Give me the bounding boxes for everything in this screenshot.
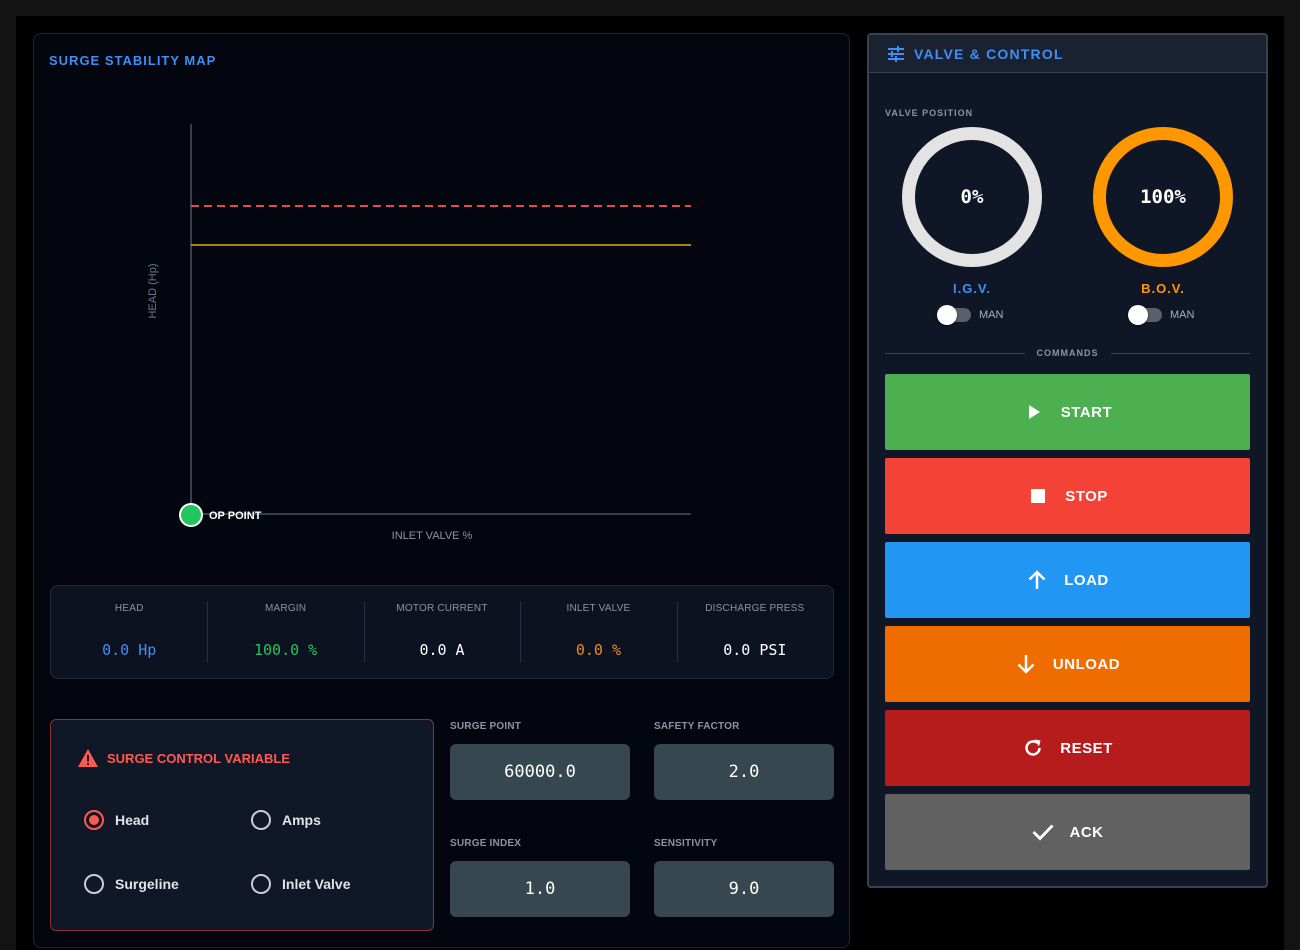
arrow-down-icon xyxy=(1015,653,1037,675)
stat-inlet-valve: INLET VALVE 0.0 % xyxy=(520,586,676,678)
surge-point-field[interactable]: 60000.0 xyxy=(450,744,630,800)
stop-icon xyxy=(1027,485,1049,507)
toggle-track[interactable] xyxy=(937,305,971,325)
radio-indicator[interactable] xyxy=(84,810,104,830)
valve-control-panel: VALVE & CONTROL VALVE POSITION 0% I.G.V.… xyxy=(867,33,1268,888)
radio-inlet-valve[interactable]: Inlet Valve xyxy=(251,874,350,894)
surge-control-header: SURGE CONTROL VARIABLE xyxy=(77,748,290,768)
radio-indicator[interactable] xyxy=(251,874,271,894)
start-label: START xyxy=(1060,403,1113,421)
ack-label: ACK xyxy=(1069,823,1104,841)
surge-control-title: SURGE CONTROL VARIABLE xyxy=(107,750,290,766)
safety-factor-label: SAFETY FACTOR xyxy=(654,721,740,732)
bov-value: 100% xyxy=(1140,186,1186,208)
commands-label: COMMANDS xyxy=(1036,348,1099,358)
radio-amps[interactable]: Amps xyxy=(251,810,321,830)
stop-label: STOP xyxy=(1065,487,1108,505)
stat-label: HEAD xyxy=(114,603,144,614)
reset-button[interactable]: RESET xyxy=(885,710,1250,786)
surge-map-panel: SURGE STABILITY MAP HEAD (Hp) INLET VALV… xyxy=(33,33,850,948)
op-point-label: OP POINT xyxy=(209,510,262,522)
unload-button[interactable]: UNLOAD xyxy=(885,626,1250,702)
divider-line xyxy=(1110,352,1250,354)
igv-mode-label: MAN xyxy=(979,309,1004,321)
valve-control-header: VALVE & CONTROL xyxy=(869,35,1266,73)
op-point-marker[interactable] xyxy=(179,503,203,527)
stats-strip: HEAD 0.0 Hp MARGIN 100.0 % MOTOR CURRENT… xyxy=(50,585,834,679)
surge-stability-chart: HEAD (Hp) INLET VALVE % OP POINT xyxy=(147,124,691,542)
stat-value: 100.0 % xyxy=(254,641,318,659)
bov-name: B.O.V. xyxy=(1141,281,1185,296)
stat-motor-current: MOTOR CURRENT 0.0 A xyxy=(363,586,520,678)
unload-label: UNLOAD xyxy=(1052,655,1121,673)
toggle-track[interactable] xyxy=(1128,305,1162,325)
stat-label: MARGIN xyxy=(265,603,307,614)
radio-head[interactable]: Head xyxy=(84,810,149,830)
igv-name: I.G.V. xyxy=(952,281,992,296)
surge-index-label: SURGE INDEX xyxy=(450,838,522,849)
refresh-icon xyxy=(1022,737,1044,759)
sensitivity-label: SENSITIVITY xyxy=(654,838,718,849)
arrow-up-icon xyxy=(1026,569,1048,591)
stat-margin: MARGIN 100.0 % xyxy=(207,586,363,678)
load-button[interactable]: LOAD xyxy=(885,542,1250,618)
valve-control-title: VALVE & CONTROL xyxy=(914,45,1064,62)
surge-control-variable: SURGE CONTROL VARIABLE Head Amps Surgeli… xyxy=(50,719,434,931)
bov-gauge: 100% xyxy=(1093,127,1233,267)
igv-mode-toggle[interactable]: MAN xyxy=(937,305,1004,325)
bov-mode-toggle[interactable]: MAN xyxy=(1128,305,1195,325)
stat-label: INLET VALVE xyxy=(566,603,631,614)
sliders-icon xyxy=(888,45,904,62)
radio-indicator[interactable] xyxy=(84,874,104,894)
play-icon xyxy=(1023,401,1045,423)
stop-button[interactable]: STOP xyxy=(885,458,1250,534)
igv-gauge: 0% xyxy=(902,127,1042,267)
start-button[interactable]: START xyxy=(885,374,1250,450)
valve-position-label: VALVE POSITION xyxy=(885,108,974,118)
stat-value: 0.0 PSI xyxy=(723,641,787,659)
stat-value: 0.0 % xyxy=(575,641,621,659)
stat-head: HEAD 0.0 Hp xyxy=(51,586,207,678)
stat-discharge-press: DISCHARGE PRESS 0.0 PSI xyxy=(676,586,833,678)
check-icon xyxy=(1032,821,1054,843)
igv-value: 0% xyxy=(960,186,984,208)
commands-divider: COMMANDS xyxy=(885,346,1250,360)
ack-button[interactable]: ACK xyxy=(885,794,1250,870)
surge-index-field[interactable]: 1.0 xyxy=(450,861,630,917)
load-label: LOAD xyxy=(1064,571,1109,589)
stat-value: 0.0 A xyxy=(419,641,465,659)
stat-value: 0.0 Hp xyxy=(102,641,157,659)
y-axis-label: HEAD (Hp) xyxy=(147,263,159,318)
toggle-knob[interactable] xyxy=(1128,305,1148,325)
warning-icon xyxy=(78,749,98,767)
sensitivity-field[interactable]: 9.0 xyxy=(654,861,834,917)
radio-surgeline[interactable]: Surgeline xyxy=(84,874,179,894)
stat-label: MOTOR CURRENT xyxy=(396,603,488,614)
radio-label: Amps xyxy=(282,812,321,828)
reset-label: RESET xyxy=(1060,739,1113,757)
stat-label: DISCHARGE PRESS xyxy=(705,603,805,614)
safety-factor-field[interactable]: 2.0 xyxy=(654,744,834,800)
x-axis-label: INLET VALVE % xyxy=(392,530,473,542)
divider-line xyxy=(885,352,1025,354)
radio-label: Head xyxy=(115,812,150,828)
bov-mode-label: MAN xyxy=(1170,309,1195,321)
toggle-knob[interactable] xyxy=(937,305,957,325)
surge-point-label: SURGE POINT xyxy=(450,721,522,732)
radio-label: Surgeline xyxy=(115,876,179,892)
radio-label: Inlet Valve xyxy=(282,876,351,892)
radio-indicator[interactable] xyxy=(251,810,271,830)
